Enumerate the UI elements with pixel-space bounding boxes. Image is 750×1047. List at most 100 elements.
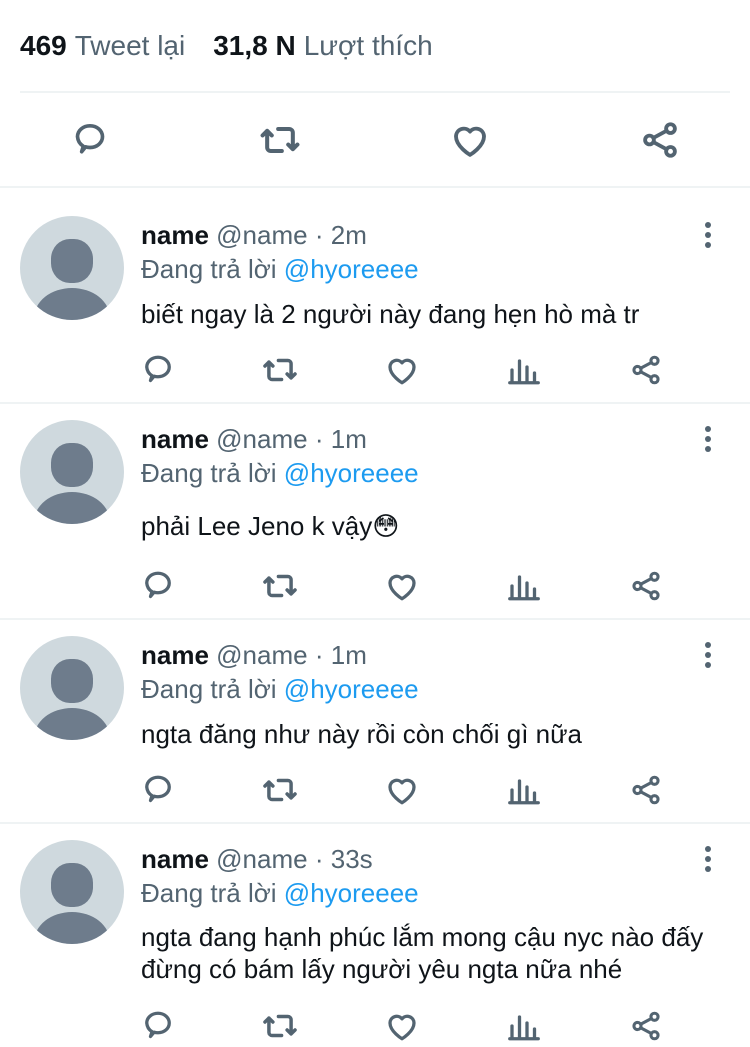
heart-icon [388,778,416,805]
like-button[interactable] [382,1006,422,1046]
user-handle: @name [216,640,308,670]
retweet-icon [263,1014,297,1038]
analytics-button[interactable] [504,770,544,810]
avatar[interactable] [20,840,124,944]
more-vertical-icon [700,846,716,872]
share-icon [632,775,660,805]
retweets-label[interactable]: Tweet lại [75,30,186,61]
user-name[interactable]: name [141,424,209,454]
avatar[interactable] [20,636,124,740]
share-icon [632,571,660,601]
reply-tweet[interactable]: name @name · 2m Đang trả lời @hyoreeee b… [0,188,750,402]
retweet-icon [263,358,297,382]
reply-header: name @name · 1m [141,422,367,456]
timestamp[interactable]: 33s [331,844,373,874]
reply-tweet[interactable]: name @name · 1m Đang trả lời @hyoreeee p… [0,404,750,618]
more-vertical-icon [700,426,716,452]
timestamp[interactable]: 2m [331,220,367,250]
analytics-icon [508,779,540,805]
more-vertical-icon [700,222,716,248]
like-button[interactable] [382,350,422,390]
replying-to: Đang trả lời @hyoreeee [141,876,419,910]
user-name[interactable]: name [141,220,209,250]
replying-to: Đang trả lời @hyoreeee [141,456,419,490]
share-button[interactable] [626,350,666,390]
analytics-icon [508,1015,540,1041]
divider [20,91,730,93]
analytics-button[interactable] [504,350,544,390]
retweet-icon [260,126,300,154]
replying-label: Đang trả lời [141,254,277,284]
reply-icon [145,775,171,803]
mention-link[interactable]: @hyoreeee [284,878,419,908]
timestamp[interactable]: 1m [331,640,367,670]
likes-label[interactable]: Lượt thích [304,30,433,61]
separator-dot: · [314,844,324,874]
share-icon [643,122,677,158]
avatar[interactable] [20,420,124,524]
replying-label: Đang trả lời [141,674,277,704]
separator-dot: · [314,424,324,454]
reply-tweet[interactable]: name @name · 1m Đang trả lời @hyoreeee n… [0,620,750,822]
analytics-button[interactable] [504,1006,544,1046]
share-button[interactable] [626,770,666,810]
retweets-count[interactable]: 469 [20,30,67,61]
share-button[interactable] [626,566,666,606]
user-handle: @name [216,424,308,454]
reply-button[interactable] [138,350,178,390]
retweet-icon [263,574,297,598]
more-options-button[interactable] [700,846,716,876]
tweet-action-bar [0,108,750,170]
likes-count[interactable]: 31,8 N [213,30,296,61]
reply-tweet[interactable]: name @name · 33s Đang trả lời @hyoreeee … [0,824,750,1047]
retweet-button[interactable] [260,566,300,606]
reply-button[interactable] [138,770,178,810]
mention-link[interactable]: @hyoreeee [284,254,419,284]
mention-link[interactable]: @hyoreeee [284,458,419,488]
reply-icon [145,571,171,599]
heart-icon [388,1014,416,1041]
reply-button[interactable] [138,1006,178,1046]
analytics-icon [508,359,540,385]
reply-text: biết ngay là 2 người này đang hẹn hò mà … [141,299,640,329]
retweet-button[interactable] [260,1006,300,1046]
tweet-stats: 469 Tweet lại 31,8 N Lượt thích [20,26,433,66]
reply-icon [145,355,171,383]
heart-icon [454,126,486,157]
reply-header: name @name · 2m [141,218,367,252]
timestamp[interactable]: 1m [331,424,367,454]
reply-header: name @name · 1m [141,638,367,672]
replying-label: Đang trả lời [141,458,277,488]
user-handle: @name [216,220,308,250]
reply-header: name @name · 33s [141,842,373,876]
retweet-button[interactable] [260,350,300,390]
avatar[interactable] [20,216,124,320]
analytics-button[interactable] [504,566,544,606]
share-button[interactable] [638,118,682,162]
more-options-button[interactable] [700,642,716,672]
retweet-button[interactable] [260,770,300,810]
separator-dot: · [314,220,324,250]
like-button[interactable] [448,118,492,162]
user-name[interactable]: name [141,640,209,670]
more-options-button[interactable] [700,426,716,456]
heart-icon [388,574,416,601]
user-name[interactable]: name [141,844,209,874]
share-icon [632,1011,660,1041]
reply-text: ngta đang hạnh phúc lắm mong cậu nyc nào… [141,922,704,984]
mention-link[interactable]: @hyoreeee [284,674,419,704]
reply-action-bar [0,350,750,390]
more-options-button[interactable] [700,222,716,252]
reply-button[interactable] [138,566,178,606]
share-button[interactable] [626,1006,666,1046]
like-button[interactable] [382,770,422,810]
user-handle: @name [216,844,308,874]
reply-icon [75,124,105,154]
reply-text: ngta đăng như này rồi còn chối gì nữa [141,719,582,749]
retweet-button[interactable] [258,118,302,162]
like-button[interactable] [382,566,422,606]
reply-action-bar [0,1006,750,1046]
more-vertical-icon [700,642,716,668]
reply-button[interactable] [68,118,112,162]
replying-to: Đang trả lời @hyoreeee [141,252,419,286]
